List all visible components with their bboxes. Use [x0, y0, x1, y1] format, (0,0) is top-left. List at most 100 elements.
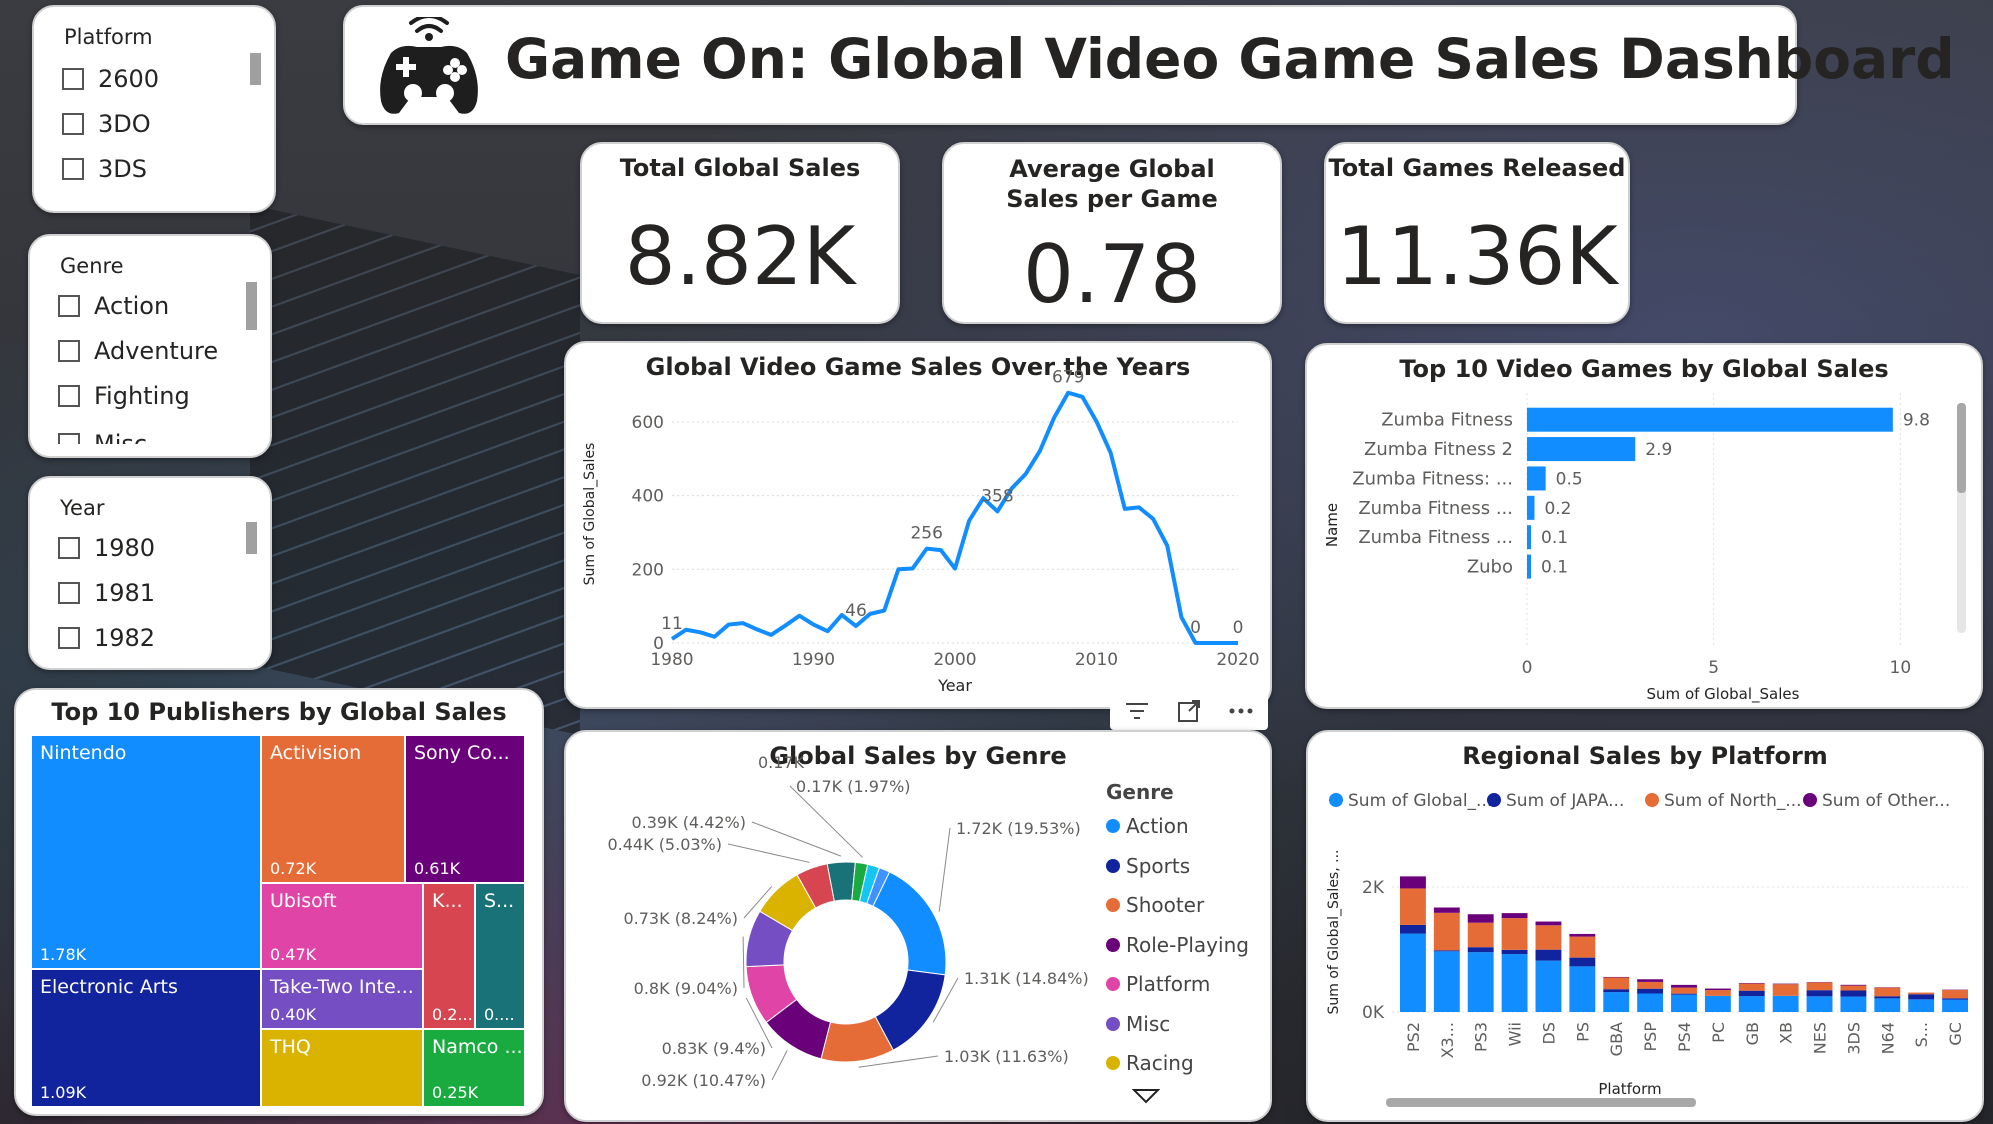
stacked-bar-segment	[1501, 918, 1528, 950]
x-tick-label: 3DS	[1844, 1022, 1863, 1055]
checkbox[interactable]	[58, 295, 80, 317]
checkbox[interactable]	[58, 340, 80, 362]
y-tick-label: 0K	[1362, 1003, 1385, 1023]
checkbox[interactable]	[58, 627, 80, 649]
treemap-tile[interactable]: Sony Co... 0.61K	[406, 736, 524, 882]
treemap-tile[interactable]: THQ	[262, 1030, 422, 1106]
legend-item[interactable]: Platform	[1106, 972, 1210, 996]
x-axis-label: Sum of Global_Sales	[1647, 685, 1800, 704]
treemap-tile[interactable]: Ubisoft 0.47K	[262, 884, 422, 968]
legend-label: Sum of Global_...	[1348, 791, 1492, 811]
x-tick-label: 10	[1890, 658, 1912, 678]
slicer-item-3do[interactable]: 3DO	[62, 110, 151, 138]
slicer-scrollbar[interactable]	[246, 522, 257, 554]
treemap-tile[interactable]: Namco ... 0.25K	[424, 1030, 524, 1106]
slicer-item-misc[interactable]: Misc	[58, 430, 147, 444]
stacked-bar-segment	[1501, 913, 1528, 919]
slicer-scrollbar[interactable]	[246, 282, 257, 330]
bar	[1527, 554, 1531, 579]
treemap-tile[interactable]: Electronic Arts 1.09K	[32, 970, 260, 1106]
legend-item[interactable]: Sports	[1106, 854, 1190, 878]
data-label: 256	[910, 524, 942, 544]
legend-item[interactable]: Misc	[1106, 1012, 1170, 1036]
more-options-icon[interactable]	[1228, 707, 1254, 715]
legend-marker	[1106, 858, 1120, 873]
slicer-item-3ds[interactable]: 3DS	[62, 155, 147, 183]
slicer-item-adventure[interactable]: Adventure	[58, 337, 218, 365]
slicer-item-fighting[interactable]: Fighting	[58, 382, 190, 410]
stacked-bar-segment	[1772, 995, 1799, 1012]
legend-item[interactable]: Action	[1106, 814, 1189, 838]
checkbox[interactable]	[58, 385, 80, 407]
x-tick-label: PC	[1709, 1022, 1728, 1043]
top-games-chart[interactable]: 0 5 10 Sum of Global_Sales Name Zumba Fitness…	[1307, 345, 1985, 711]
bar	[1527, 466, 1546, 491]
stacked-bar-segment	[1738, 983, 1765, 991]
stacked-bar-segment	[1671, 984, 1697, 988]
line-chart[interactable]: 0 200 400 600 1980 1990 2000 2010 2020 Year Sum of…	[566, 343, 1274, 711]
category-label: Zumba Fitness ...	[1358, 527, 1513, 548]
regional-sales-chart[interactable]: Sum of Global_... Sum of JAPA... Sum of No…	[1308, 732, 1986, 1124]
x-axis-label: Platform	[1598, 1080, 1661, 1098]
slicer-item-2600[interactable]: 2600	[62, 65, 159, 93]
legend-item[interactable]: Shooter	[1106, 893, 1204, 917]
legend-item[interactable]: Racing	[1106, 1051, 1194, 1075]
legend-item[interactable]: Role-Playing	[1106, 933, 1249, 957]
slicer-title: Genre	[60, 254, 124, 278]
slicer-title: Platform	[64, 25, 153, 49]
treemap-tile[interactable]: Nintendo 1.78K	[32, 736, 260, 968]
legend-marker	[1106, 819, 1120, 833]
genre-donut-card: Global Sales by Genre 1.72K (19.53%) 1.31…	[564, 730, 1272, 1122]
stacked-bar-segment	[1704, 988, 1731, 991]
kpi-average-global-sales: Average Global Sales per Game 0.78	[942, 142, 1282, 324]
checkbox[interactable]	[58, 433, 80, 444]
x-tick-label: 2000	[933, 650, 976, 670]
stacked-bar-segment	[1704, 990, 1731, 996]
slicer-item-action[interactable]: Action	[58, 292, 169, 320]
stacked-bar-segment	[1637, 981, 1664, 989]
focus-mode-icon[interactable]	[1177, 699, 1201, 723]
value-label: 9.8	[1903, 411, 1930, 431]
treemap-tile[interactable]: Take-Two Inte... 0.40K	[262, 970, 422, 1028]
y-tick-label: 600	[632, 413, 664, 433]
stacked-bar-segment	[1772, 983, 1799, 985]
treemap-tile[interactable]: S... 0....	[476, 884, 524, 1028]
slicer-clip: Misc	[30, 422, 260, 444]
treemap-tile-value: 0....	[484, 1005, 515, 1024]
checkbox[interactable]	[62, 158, 84, 180]
treemap-tile[interactable]: Activision 0.72K	[262, 736, 404, 882]
slicer-item-label: 2600	[98, 65, 160, 93]
kpi-value: 8.82K	[624, 210, 856, 303]
legend-label: Platform	[1126, 972, 1211, 996]
legend-scroll-down-icon[interactable]	[1132, 1088, 1160, 1104]
leader-line	[751, 821, 842, 857]
kpi-total-global-sales: Total Global Sales 8.82K	[580, 142, 900, 324]
x-tick-label: DS	[1539, 1022, 1558, 1044]
treemap-tile-name: Namco ...	[432, 1036, 523, 1058]
slicer-item-1982[interactable]: 1982	[58, 624, 155, 652]
stacked-bar-segment	[1942, 998, 1968, 1000]
x-tick-label: Wii	[1506, 1022, 1525, 1046]
filter-icon[interactable]	[1124, 700, 1150, 722]
stacked-bar-segment	[1637, 993, 1664, 1012]
value-label: 0.1	[1541, 528, 1568, 548]
stacked-bar-segment	[1467, 914, 1494, 923]
stacked-bar-segment	[1806, 996, 1833, 1012]
legend-marker	[1645, 793, 1659, 807]
checkbox[interactable]	[58, 537, 80, 559]
slicer-item-label: Fighting	[94, 382, 190, 410]
checkbox[interactable]	[62, 113, 84, 135]
slicer-item-1980[interactable]: 1980	[58, 534, 155, 562]
stacked-bar-segment	[1603, 989, 1630, 993]
slicer-scrollbar[interactable]	[250, 53, 261, 85]
slicer-item-1981[interactable]: 1981	[58, 579, 155, 607]
checkbox[interactable]	[58, 582, 80, 604]
stacked-bar-segment	[1908, 992, 1935, 995]
treemap-tile[interactable]: K... 0.2...	[424, 884, 474, 1028]
slicer-item-label: 1982	[94, 624, 156, 652]
treemap-tile-name: Sony Co...	[414, 742, 510, 764]
dashboard-title: Game On: Global Video Game Sales Dashboa…	[505, 27, 1955, 91]
publishers-treemap[interactable]: Nintendo 1.78K Electronic Arts 1.09K Activis…	[32, 736, 542, 1106]
checkbox[interactable]	[62, 68, 84, 90]
data-label: 679	[1052, 368, 1084, 388]
